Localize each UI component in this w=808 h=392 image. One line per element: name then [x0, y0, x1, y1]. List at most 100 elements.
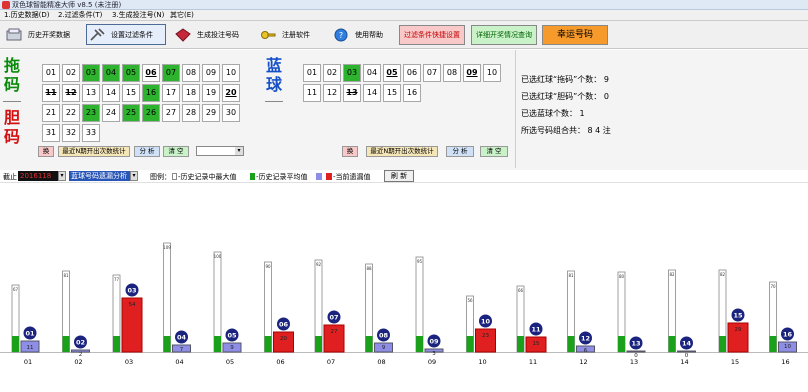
- red-ball-05[interactable]: 05: [122, 64, 140, 82]
- blue-ball-05[interactable]: 05: [383, 64, 401, 82]
- blue-clear-button[interactable]: 清 空: [480, 146, 508, 157]
- red-ball-27[interactable]: 27: [162, 104, 180, 122]
- red-ball-26[interactable]: 26: [142, 104, 160, 122]
- blue-analysis-button[interactable]: 分 析: [446, 146, 474, 157]
- average-bar: [466, 336, 474, 352]
- red-ball-22[interactable]: 22: [62, 104, 80, 122]
- set-filter-button[interactable]: 设置过滤条件: [86, 24, 166, 45]
- menu-other[interactable]: 其它(E): [170, 10, 194, 21]
- legend-current-blue-swatch: [316, 173, 322, 180]
- red-ball-08[interactable]: 08: [182, 64, 200, 82]
- blue-ball-06[interactable]: 06: [403, 64, 421, 82]
- red-ball-29[interactable]: 29: [202, 104, 220, 122]
- blue-ball-13[interactable]: 13: [343, 84, 361, 102]
- max-value-label: 82: [720, 272, 726, 277]
- detail-query-button[interactable]: 详细开奖情况查询: [471, 25, 537, 45]
- dan-count-text: 已选红球“胆码”个数： 0: [521, 92, 609, 101]
- blue-ball-15[interactable]: 15: [383, 84, 401, 102]
- x-tick-label: 08: [377, 358, 385, 366]
- x-tick-label: 14: [680, 358, 688, 366]
- red-clear-button[interactable]: 清 空: [163, 146, 189, 157]
- history-data-button[interactable]: 历史开奖数据: [6, 24, 78, 45]
- register-button[interactable]: 注册软件: [260, 24, 320, 45]
- x-tick-label: 06: [276, 358, 284, 366]
- help-button[interactable]: ? 使用帮助: [333, 24, 389, 45]
- ball-marker-label: 10: [481, 317, 491, 325]
- red-ball-30[interactable]: 30: [222, 104, 240, 122]
- analysis-type-select[interactable]: 蓝球号码遗漏分析: [69, 171, 131, 181]
- ball-marker-label: 12: [581, 334, 590, 342]
- blue-ball-10[interactable]: 10: [483, 64, 501, 82]
- blue-ball-09[interactable]: 09: [463, 64, 481, 82]
- red-ball-13[interactable]: 13: [82, 84, 100, 102]
- history-data-label: 历史开奖数据: [28, 30, 70, 39]
- red-ball-18[interactable]: 18: [182, 84, 200, 102]
- blue-stats-button[interactable]: 最近N期开出次数统计: [366, 146, 438, 157]
- red-ball-33[interactable]: 33: [82, 124, 100, 142]
- red-ball-19[interactable]: 19: [202, 84, 220, 102]
- red-ball-12[interactable]: 12: [62, 84, 80, 102]
- refresh-button[interactable]: 刷 新: [384, 170, 414, 182]
- red-ball-17[interactable]: 17: [162, 84, 180, 102]
- blue-ball-03[interactable]: 03: [343, 64, 361, 82]
- chevron-down-icon[interactable]: ▾: [58, 171, 66, 181]
- red-analysis-button[interactable]: 分 析: [134, 146, 160, 157]
- blue-ball-12[interactable]: 12: [323, 84, 341, 102]
- max-value-label: 95: [417, 259, 423, 264]
- red-ball-25[interactable]: 25: [122, 104, 140, 122]
- x-tick-label: 02: [74, 358, 82, 366]
- red-ball-09[interactable]: 09: [202, 64, 220, 82]
- average-bar: [668, 336, 676, 352]
- current-value-label: 9: [382, 345, 386, 351]
- red-ball-21[interactable]: 21: [42, 104, 60, 122]
- title-bar: 双色球智能精准大师 v8.5 (未注册): [0, 0, 808, 10]
- red-ball-02[interactable]: 02: [62, 64, 80, 82]
- chevron-down-icon[interactable]: ▾: [130, 171, 138, 181]
- blue-ball-16[interactable]: 16: [403, 84, 421, 102]
- red-ball-06[interactable]: 06: [142, 64, 160, 82]
- x-tick-label: 01: [24, 358, 32, 366]
- menu-history[interactable]: 1.历史数据(D): [4, 10, 50, 21]
- red-ball-16[interactable]: 16: [142, 84, 160, 102]
- x-tick-label: 09: [428, 358, 436, 366]
- quick-filter-button[interactable]: 过滤条件快捷设置: [399, 25, 465, 45]
- red-ball-03[interactable]: 03: [82, 64, 100, 82]
- red-ball-31[interactable]: 31: [42, 124, 60, 142]
- red-stats-button[interactable]: 最近N期开出次数统计: [58, 146, 130, 157]
- label-divider: [3, 101, 21, 102]
- blue-ball-11[interactable]: 11: [303, 84, 321, 102]
- red-ball-07[interactable]: 07: [162, 64, 180, 82]
- filter-icon: [90, 27, 105, 41]
- blue-ball-14[interactable]: 14: [363, 84, 381, 102]
- red-dropdown[interactable]: ▾: [196, 146, 244, 156]
- blue-ball-08[interactable]: 08: [443, 64, 461, 82]
- lucky-number-button[interactable]: 幸运号码: [542, 25, 608, 45]
- generate-numbers-button[interactable]: 生成投注号码: [175, 24, 247, 45]
- red-ball-10[interactable]: 10: [222, 64, 240, 82]
- red-ball-23[interactable]: 23: [82, 104, 100, 122]
- blue-ball-04[interactable]: 04: [363, 64, 381, 82]
- blue-ball-01[interactable]: 01: [303, 64, 321, 82]
- red-ball-32[interactable]: 32: [62, 124, 80, 142]
- current-value-label: 9: [230, 345, 234, 351]
- menu-filter[interactable]: 2.过滤条件(T): [58, 10, 102, 21]
- red-ball-01[interactable]: 01: [42, 64, 60, 82]
- cutoff-label: 截止: [3, 173, 17, 181]
- blue-ball-07[interactable]: 07: [423, 64, 441, 82]
- red-ball-20[interactable]: 20: [222, 84, 240, 102]
- red-ball-24[interactable]: 24: [102, 104, 120, 122]
- menu-generate[interactable]: 3.生成投注号(N): [112, 10, 164, 21]
- ball-marker-label: 03: [127, 286, 136, 294]
- x-tick-label: 07: [327, 358, 335, 366]
- current-value-label: 10: [784, 344, 791, 350]
- red-ball-15[interactable]: 15: [122, 84, 140, 102]
- red-ball-28[interactable]: 28: [182, 104, 200, 122]
- red-ball-14[interactable]: 14: [102, 84, 120, 102]
- history-icon: [6, 28, 22, 40]
- x-tick-label: 16: [781, 358, 789, 366]
- blue-ball-02[interactable]: 02: [323, 64, 341, 82]
- red-swap-button[interactable]: 换: [38, 146, 54, 157]
- blue-swap-button[interactable]: 换: [342, 146, 358, 157]
- red-ball-04[interactable]: 04: [102, 64, 120, 82]
- red-ball-11[interactable]: 11: [42, 84, 60, 102]
